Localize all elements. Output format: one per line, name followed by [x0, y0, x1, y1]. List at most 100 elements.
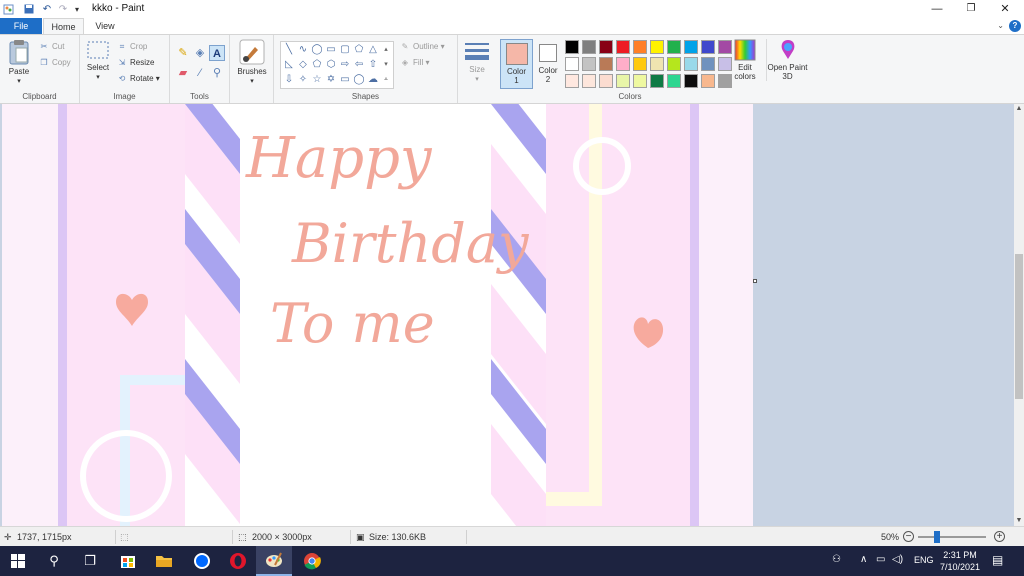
resize-button[interactable]: ⇲ Resize: [116, 56, 155, 70]
brushes-button[interactable]: Brushes ▾: [235, 39, 269, 85]
palette-swatch[interactable]: [633, 40, 647, 54]
palette-swatch[interactable]: [616, 74, 630, 88]
fill-bucket-icon[interactable]: ◈: [192, 45, 208, 61]
right-triangle-shape-icon[interactable]: ◺: [282, 58, 296, 72]
scroll-up-icon[interactable]: ▲: [1014, 104, 1024, 114]
scrollbar-thumb[interactable]: [1015, 254, 1023, 399]
rectangle-shape-icon[interactable]: ▭: [324, 43, 338, 57]
taskbar-clock[interactable]: 2:31 PM 7/10/2021: [934, 549, 986, 573]
triangle-shape-icon[interactable]: △: [366, 43, 380, 57]
rotate-button[interactable]: ⟲ Rotate ▾: [116, 72, 160, 86]
palette-swatch[interactable]: [565, 74, 579, 88]
paste-button[interactable]: Paste ▾: [4, 39, 34, 85]
cloud-callout-shape-icon[interactable]: ☁: [366, 73, 380, 87]
down-arrow-shape-icon[interactable]: ⇩: [282, 73, 296, 87]
palette-swatch[interactable]: [565, 40, 579, 54]
taskbar-store[interactable]: [110, 546, 146, 576]
line-shape-icon[interactable]: ╲: [282, 43, 296, 57]
curve-shape-icon[interactable]: ∿: [296, 43, 310, 57]
save-icon[interactable]: [22, 2, 36, 16]
palette-swatch[interactable]: [616, 57, 630, 71]
shapes-scroll-up-icon[interactable]: ▴: [381, 43, 391, 57]
tab-file[interactable]: File: [0, 18, 42, 34]
palette-swatch[interactable]: [582, 40, 596, 54]
palette-swatch[interactable]: [667, 40, 681, 54]
tab-home[interactable]: Home: [43, 18, 84, 34]
people-icon[interactable]: ⚇: [832, 554, 841, 565]
open-paint3d-button[interactable]: Open Paint 3D: [766, 39, 808, 81]
palette-swatch[interactable]: [701, 74, 715, 88]
outline-button[interactable]: ✎ Outline ▾: [399, 40, 445, 54]
left-arrow-shape-icon[interactable]: ⇦: [352, 58, 366, 72]
text-tool-icon[interactable]: A: [209, 45, 225, 61]
minimize-button[interactable]: —: [920, 0, 954, 18]
start-button[interactable]: [0, 546, 36, 576]
select-button[interactable]: Select ▾: [84, 41, 112, 81]
pentagon-shape-icon[interactable]: ⬠: [310, 58, 324, 72]
palette-swatch[interactable]: [599, 40, 613, 54]
six-point-star-shape-icon[interactable]: ✡: [324, 73, 338, 87]
pencil-icon[interactable]: ✎: [175, 45, 191, 61]
fill-button[interactable]: ◈ Fill ▾: [399, 56, 430, 70]
notifications-icon[interactable]: ▤: [992, 553, 1003, 567]
collapse-ribbon-icon[interactable]: ⌄: [997, 21, 1004, 30]
palette-swatch[interactable]: [633, 57, 647, 71]
zoom-in-button[interactable]: +: [994, 531, 1005, 542]
palette-swatch[interactable]: [667, 57, 681, 71]
restore-button[interactable]: ❐: [954, 0, 988, 18]
color-picker-icon[interactable]: ⁄: [192, 65, 208, 81]
palette-swatch[interactable]: [667, 74, 681, 88]
eraser-icon[interactable]: ▰: [175, 65, 191, 81]
four-point-star-shape-icon[interactable]: ✧: [296, 73, 310, 87]
taskbar-chrome[interactable]: [294, 546, 330, 576]
palette-swatch[interactable]: [650, 74, 664, 88]
diamond-shape-icon[interactable]: ◇: [296, 58, 310, 72]
taskbar-zalo[interactable]: [184, 546, 220, 576]
palette-swatch[interactable]: [582, 74, 596, 88]
shapes-scroll-down-icon[interactable]: ▾: [381, 58, 391, 72]
callout-oval-shape-icon[interactable]: ◯: [352, 73, 366, 87]
palette-swatch[interactable]: [684, 74, 698, 88]
right-arrow-shape-icon[interactable]: ⇨: [338, 58, 352, 72]
palette-swatch[interactable]: [565, 57, 579, 71]
show-hidden-icons-chevron-icon[interactable]: ∧: [860, 554, 867, 565]
vertical-scrollbar[interactable]: ▲ ▼: [1014, 104, 1024, 526]
birthday-card-canvas[interactable]: Happy Birthday To me: [2, 104, 753, 526]
palette-swatch[interactable]: [650, 40, 664, 54]
five-point-star-shape-icon[interactable]: ☆: [310, 73, 324, 87]
canvas-resize-handle[interactable]: [753, 279, 757, 283]
palette-swatch[interactable]: [582, 57, 596, 71]
copy-button[interactable]: ❐ Copy: [38, 56, 70, 70]
volume-icon[interactable]: ◁): [892, 554, 903, 565]
callout-rect-shape-icon[interactable]: ▭: [338, 73, 352, 87]
palette-swatch[interactable]: [650, 57, 664, 71]
rounded-rectangle-shape-icon[interactable]: ▢: [338, 43, 352, 57]
zoom-out-button[interactable]: −: [903, 531, 914, 542]
magnifier-icon[interactable]: ⚲: [209, 65, 225, 81]
undo-icon[interactable]: ↶: [40, 2, 54, 16]
scroll-down-icon[interactable]: ▼: [1014, 516, 1024, 526]
color2-button[interactable]: Color 2: [535, 39, 561, 89]
task-view-button[interactable]: ❐: [72, 546, 108, 576]
hexagon-shape-icon[interactable]: ⬡: [324, 58, 338, 72]
palette-swatch[interactable]: [599, 74, 613, 88]
size-button[interactable]: Size ▾: [462, 41, 492, 83]
search-button[interactable]: ⚲: [36, 546, 72, 576]
palette-swatch[interactable]: [701, 40, 715, 54]
shapes-expand-icon[interactable]: ⩡: [381, 73, 391, 87]
palette-swatch[interactable]: [599, 57, 613, 71]
redo-icon[interactable]: ↷: [56, 2, 70, 16]
customize-quick-access-icon[interactable]: ▾: [72, 2, 82, 16]
palette-swatch[interactable]: [684, 57, 698, 71]
zoom-slider-thumb[interactable]: [934, 531, 940, 543]
cut-button[interactable]: ✂ Cut: [38, 40, 65, 54]
canvas-area[interactable]: Happy Birthday To me: [0, 104, 1014, 526]
tab-view[interactable]: View: [86, 18, 124, 34]
palette-swatch[interactable]: [701, 57, 715, 71]
taskbar-file-explorer[interactable]: [146, 546, 182, 576]
crop-button[interactable]: ⌗ Crop: [116, 40, 148, 54]
polygon-shape-icon[interactable]: ⬠: [352, 43, 366, 57]
close-button[interactable]: ✕: [988, 0, 1022, 18]
palette-swatch[interactable]: [684, 40, 698, 54]
taskbar-paint[interactable]: [256, 546, 292, 576]
